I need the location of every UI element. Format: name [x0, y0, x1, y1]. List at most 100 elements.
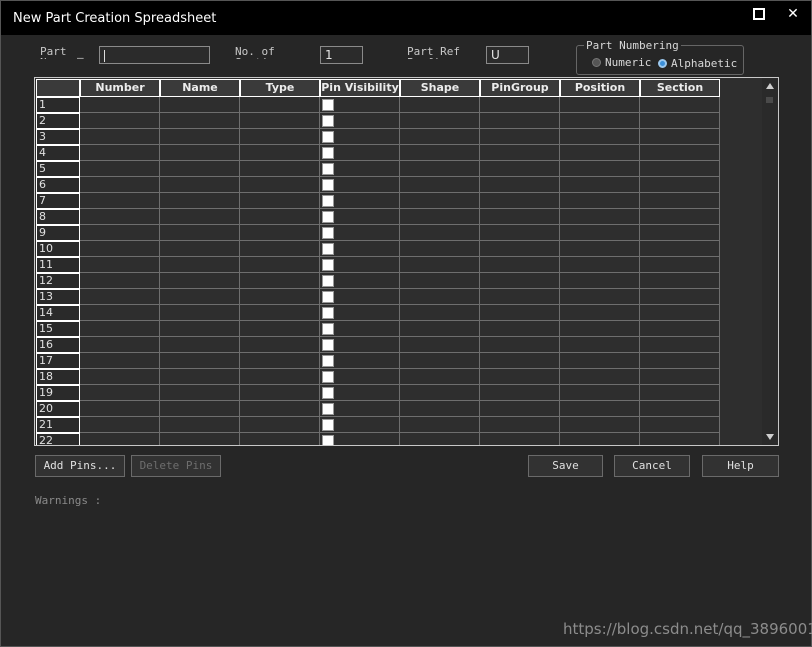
grid-cell[interactable]: [560, 353, 640, 369]
grid-cell[interactable]: [400, 241, 480, 257]
row-header[interactable]: 13: [36, 289, 80, 305]
grid-cell[interactable]: [560, 385, 640, 401]
pin-visibility-checkbox[interactable]: [322, 435, 334, 445]
grid-cell[interactable]: [480, 209, 560, 225]
grid-cell[interactable]: [560, 161, 640, 177]
grid-cell[interactable]: [480, 241, 560, 257]
grid-cell[interactable]: [400, 321, 480, 337]
grid-cell[interactable]: [640, 257, 720, 273]
alphabetic-radio[interactable]: [658, 59, 667, 68]
grid-cell[interactable]: [320, 433, 400, 445]
grid-cell[interactable]: [640, 289, 720, 305]
grid-cell[interactable]: [160, 401, 240, 417]
grid-cell[interactable]: [400, 129, 480, 145]
grid-cell[interactable]: [320, 353, 400, 369]
grid-cell[interactable]: [400, 289, 480, 305]
grid-cell[interactable]: [320, 417, 400, 433]
grid-cell[interactable]: [640, 177, 720, 193]
grid-cell[interactable]: [240, 97, 320, 113]
grid-cell[interactable]: [240, 353, 320, 369]
grid-cell[interactable]: [480, 305, 560, 321]
grid-cell[interactable]: [640, 417, 720, 433]
pin-visibility-checkbox[interactable]: [322, 99, 334, 111]
grid-cell[interactable]: [160, 321, 240, 337]
grid-cell[interactable]: [160, 225, 240, 241]
column-header-pin-visibility[interactable]: Pin Visibility: [320, 79, 400, 97]
grid-cell[interactable]: [160, 97, 240, 113]
grid-cell[interactable]: [480, 417, 560, 433]
grid-cell[interactable]: [400, 257, 480, 273]
grid-cell[interactable]: [640, 193, 720, 209]
vertical-scrollbar[interactable]: [762, 78, 778, 445]
grid-cell[interactable]: [640, 305, 720, 321]
grid-cell[interactable]: [160, 289, 240, 305]
grid-cell[interactable]: [80, 257, 160, 273]
sections-input[interactable]: 1: [320, 46, 363, 64]
grid-cell[interactable]: [560, 129, 640, 145]
grid-cell[interactable]: [160, 369, 240, 385]
row-header[interactable]: 20: [36, 401, 80, 417]
column-header-pingroup[interactable]: PinGroup: [480, 79, 560, 97]
pin-visibility-checkbox[interactable]: [322, 179, 334, 191]
grid-cell[interactable]: [480, 145, 560, 161]
column-header-name[interactable]: Name: [160, 79, 240, 97]
grid-cell[interactable]: [640, 129, 720, 145]
grid-cell[interactable]: [400, 337, 480, 353]
row-header[interactable]: 8: [36, 209, 80, 225]
grid-cell[interactable]: [320, 257, 400, 273]
column-header-section[interactable]: Section: [640, 79, 720, 97]
grid-cell[interactable]: [400, 193, 480, 209]
pin-spreadsheet[interactable]: Number Name Type Pin Visibility Shape PinGrou…: [34, 77, 779, 446]
row-header[interactable]: 3: [36, 129, 80, 145]
row-header[interactable]: 14: [36, 305, 80, 321]
scroll-down-icon[interactable]: [766, 434, 774, 440]
grid-cell[interactable]: [240, 177, 320, 193]
pin-visibility-checkbox[interactable]: [322, 259, 334, 271]
grid-cell[interactable]: [240, 321, 320, 337]
grid-cell[interactable]: [240, 209, 320, 225]
grid-cell[interactable]: [240, 417, 320, 433]
grid-cell[interactable]: [480, 161, 560, 177]
grid-cell[interactable]: [640, 241, 720, 257]
grid-cell[interactable]: [400, 177, 480, 193]
grid-cell[interactable]: [160, 193, 240, 209]
grid-cell[interactable]: [80, 305, 160, 321]
grid-cell[interactable]: [480, 129, 560, 145]
grid-cell[interactable]: [560, 193, 640, 209]
grid-cell[interactable]: [640, 385, 720, 401]
grid-cell[interactable]: [400, 433, 480, 445]
grid-cell[interactable]: [240, 161, 320, 177]
grid-cell[interactable]: [160, 273, 240, 289]
grid-cell[interactable]: [560, 369, 640, 385]
pin-visibility-checkbox[interactable]: [322, 275, 334, 287]
grid-cell[interactable]: [400, 305, 480, 321]
grid-cell[interactable]: [640, 161, 720, 177]
grid-cell[interactable]: [560, 417, 640, 433]
pin-visibility-checkbox[interactable]: [322, 403, 334, 415]
row-header[interactable]: 7: [36, 193, 80, 209]
maximize-button[interactable]: [747, 5, 771, 23]
grid-cell[interactable]: [560, 337, 640, 353]
grid-cell[interactable]: [560, 97, 640, 113]
grid-cell[interactable]: [160, 257, 240, 273]
grid-cell[interactable]: [320, 401, 400, 417]
grid-cell[interactable]: [80, 289, 160, 305]
pin-visibility-checkbox[interactable]: [322, 243, 334, 255]
row-header[interactable]: 5: [36, 161, 80, 177]
grid-cell[interactable]: [320, 289, 400, 305]
grid-cell[interactable]: [480, 177, 560, 193]
grid-cell[interactable]: [640, 401, 720, 417]
grid-cell[interactable]: [240, 369, 320, 385]
grid-cell[interactable]: [640, 337, 720, 353]
numeric-radio[interactable]: [592, 58, 601, 67]
grid-cell[interactable]: [80, 433, 160, 445]
grid-cell[interactable]: [80, 209, 160, 225]
title-bar[interactable]: New Part Creation Spreadsheet ✕: [1, 1, 811, 35]
grid-cell[interactable]: [160, 385, 240, 401]
grid-cell[interactable]: [80, 225, 160, 241]
grid-cell[interactable]: [80, 129, 160, 145]
grid-cell[interactable]: [240, 337, 320, 353]
row-header[interactable]: 17: [36, 353, 80, 369]
grid-cell[interactable]: [160, 209, 240, 225]
save-button[interactable]: Save: [528, 455, 603, 477]
